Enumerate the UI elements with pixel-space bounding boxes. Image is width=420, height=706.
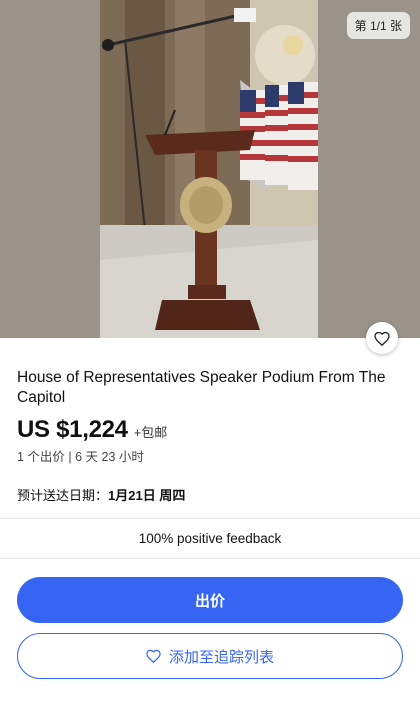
image-gallery[interactable]: 第 1/1 张 xyxy=(0,0,420,338)
divider xyxy=(0,558,420,559)
price: US $1,224 xyxy=(17,416,128,443)
heart-icon xyxy=(374,331,390,346)
listing-photo[interactable] xyxy=(100,0,318,338)
delivery-date: 1月21日 周四 xyxy=(108,488,186,503)
listing-details: House of Representatives Speaker Podium … xyxy=(0,368,420,679)
add-to-watchlist-button[interactable]: 添加至追踪列表 xyxy=(17,633,403,679)
place-bid-button[interactable]: 出价 xyxy=(17,577,403,623)
page-indicator: 第 1/1 张 xyxy=(346,12,410,39)
watchlist-label: 添加至追踪列表 xyxy=(168,648,274,666)
delivery-label: 预计送达日期： xyxy=(17,488,109,503)
place-bid-label: 出价 xyxy=(194,592,225,610)
delivery-estimate: 预计送达日期：1月21日 周四 xyxy=(17,485,403,504)
bids-time-left: 1 个出价 | 6 天 23 小时 xyxy=(17,450,144,464)
seller-feedback[interactable]: 100% positive feedback xyxy=(17,531,403,546)
favorite-button[interactable] xyxy=(366,322,398,354)
podium-photo-illustration xyxy=(100,0,318,338)
heart-icon xyxy=(146,649,161,663)
listing-title: House of Representatives Speaker Podium … xyxy=(17,369,386,406)
divider xyxy=(0,518,420,519)
shipping-info: +包邮 xyxy=(133,425,168,440)
price-row: US $1,224 +包邮 xyxy=(17,416,403,444)
